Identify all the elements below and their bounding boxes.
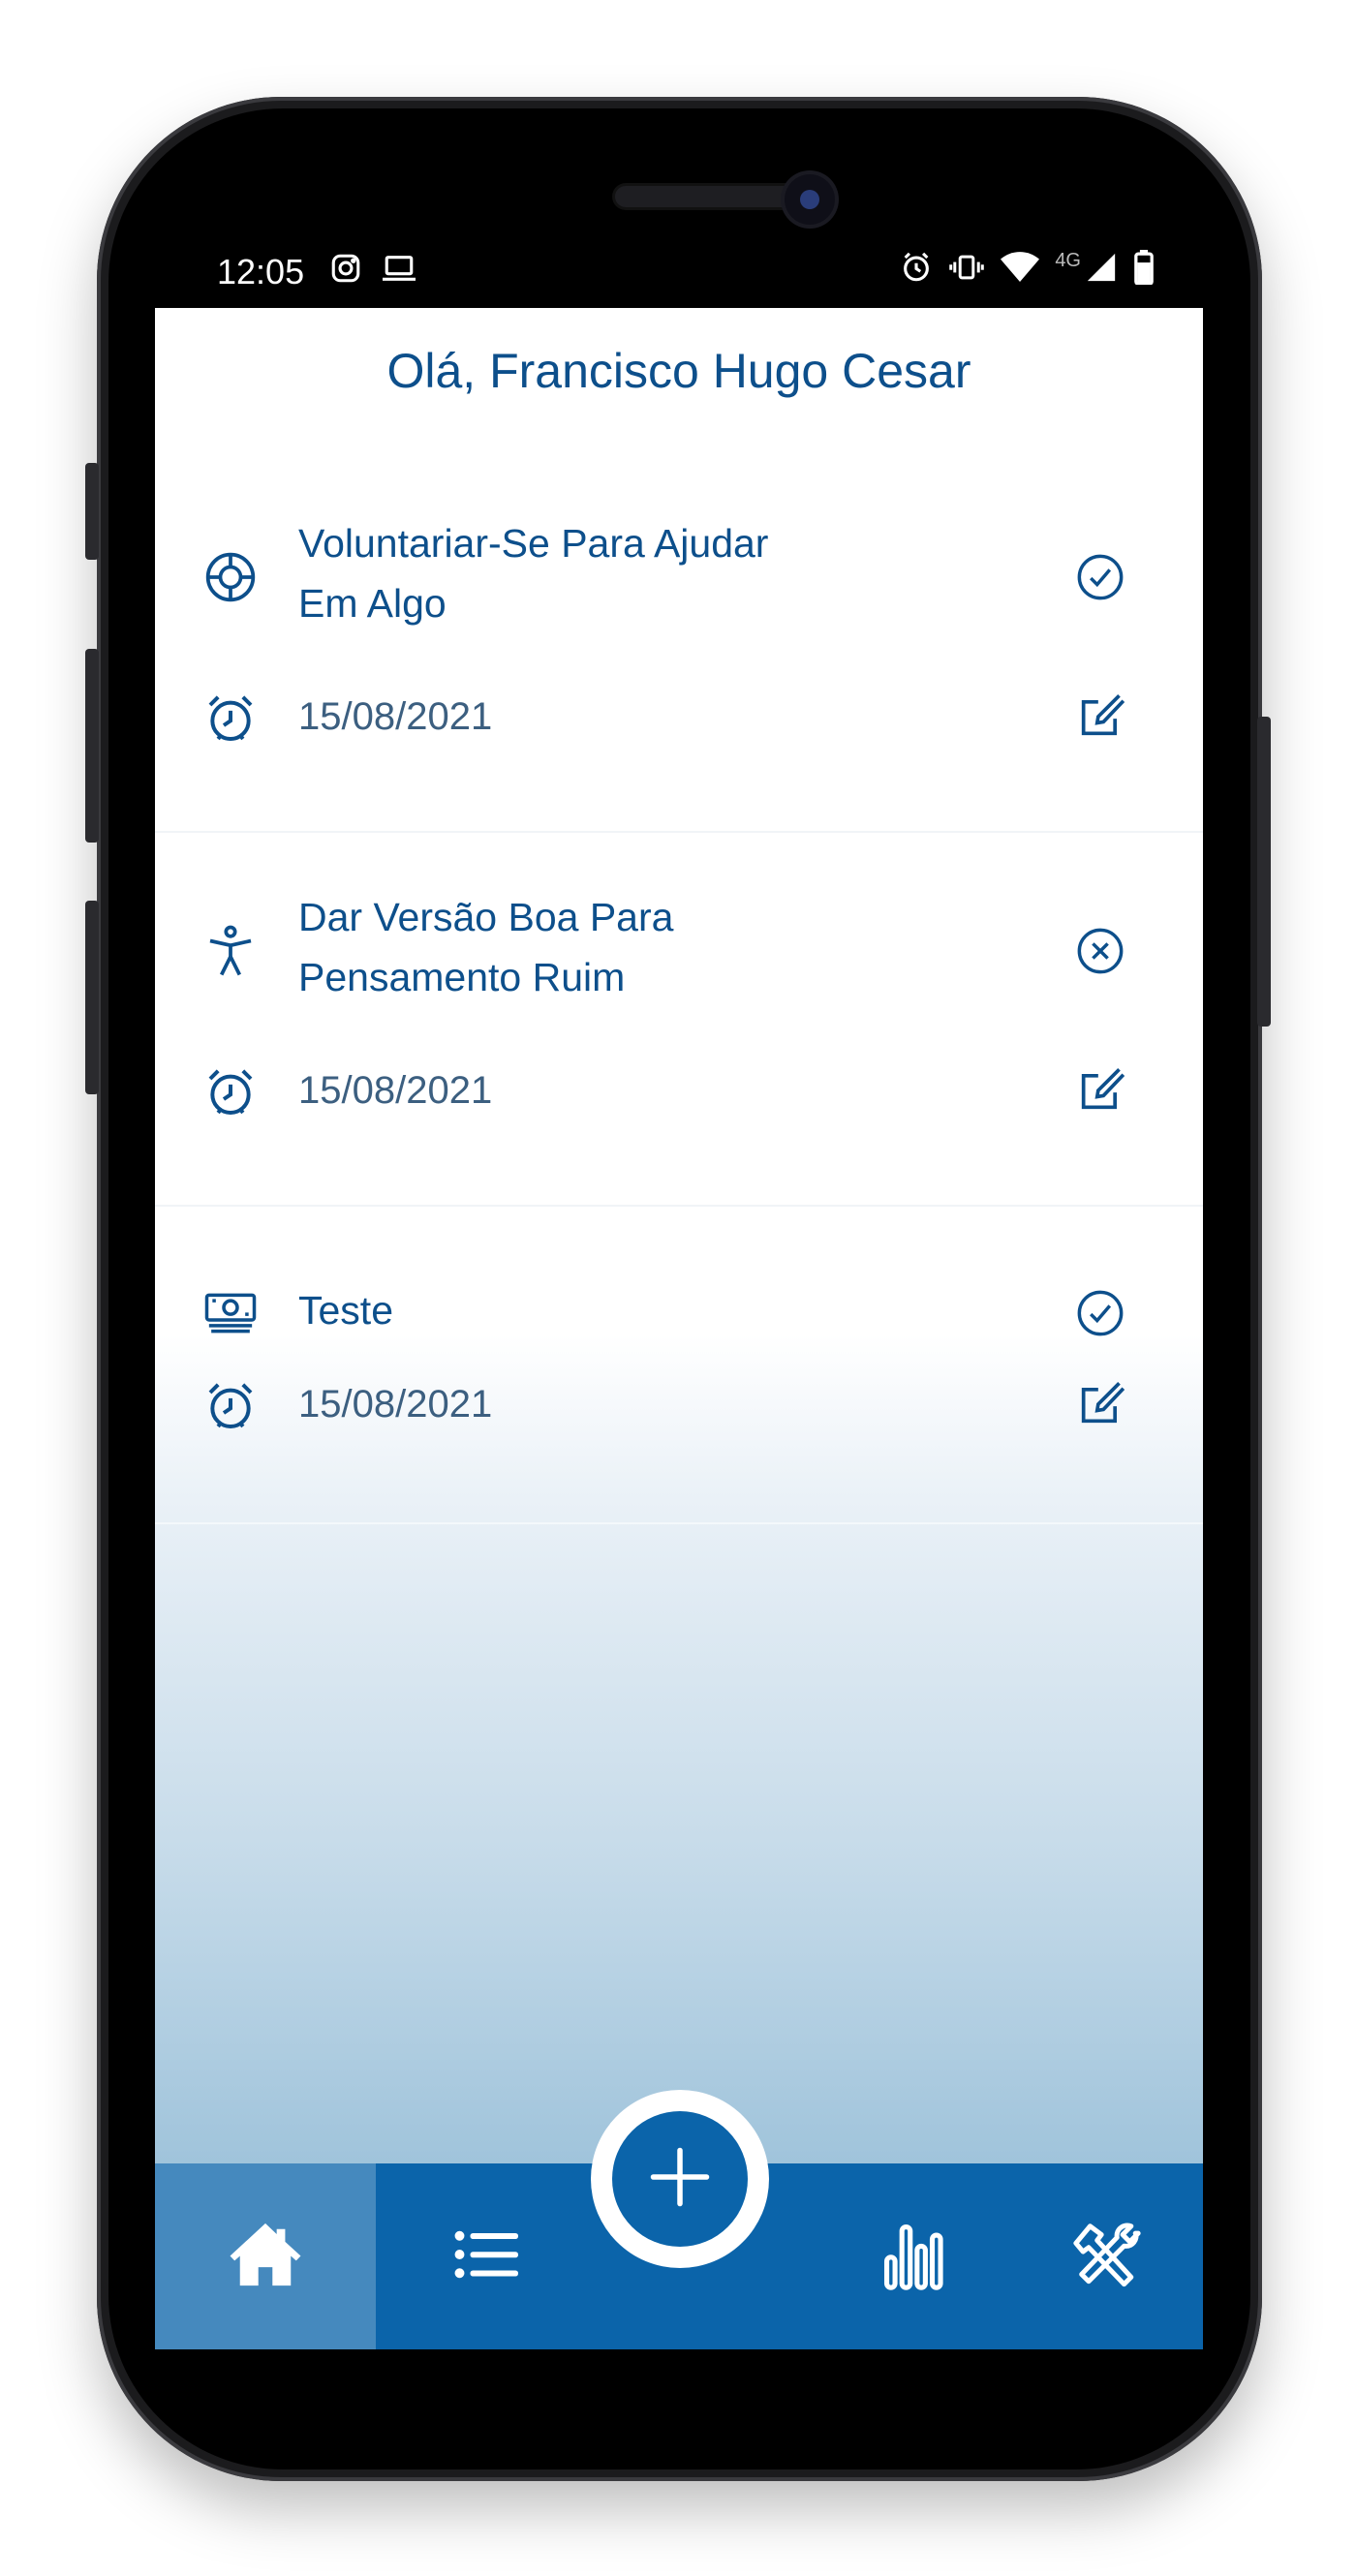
status-time: 12:05 <box>217 252 305 291</box>
phone-side-button <box>85 649 99 843</box>
edit-icon[interactable] <box>1075 1379 1125 1429</box>
vibrate-icon <box>948 251 985 284</box>
task-title: Teste <box>298 1280 393 1340</box>
app-content: Olá, Francisco Hugo Cesar Voluntariar-Se… <box>155 308 1203 2349</box>
alarm-clock-icon <box>203 1379 258 1433</box>
battery-icon <box>1133 250 1155 285</box>
card-divider <box>155 1205 1203 1207</box>
check-circle-icon[interactable] <box>1075 552 1125 602</box>
card-divider <box>155 1522 1203 1524</box>
add-icon <box>648 2145 712 2214</box>
tools-icon <box>1070 2220 1144 2294</box>
add-button-ring <box>591 2090 769 2268</box>
status-bar: 12:05 4G <box>155 240 1203 308</box>
status-right-icons: 4G <box>900 250 1155 285</box>
nav-list[interactable] <box>376 2163 597 2349</box>
task-title-line: Pensamento Ruim <box>298 955 626 999</box>
edit-icon[interactable] <box>1075 691 1125 742</box>
phone-side-button <box>1257 717 1271 1027</box>
instagram-icon <box>329 252 362 285</box>
list-icon <box>454 2227 518 2286</box>
x-circle-icon[interactable] <box>1075 926 1125 976</box>
accessibility-person-icon <box>203 924 258 978</box>
check-circle-icon[interactable] <box>1075 1288 1125 1338</box>
laptop-icon <box>380 252 418 285</box>
alarm-clock-icon <box>203 1065 258 1119</box>
nav-home[interactable] <box>155 2163 376 2349</box>
home-icon <box>229 2221 302 2293</box>
phone-side-button <box>85 901 99 1094</box>
greeting-title: Olá, Francisco Hugo Cesar <box>386 344 971 398</box>
alarm-icon <box>900 251 933 284</box>
life-ring-icon <box>203 550 258 604</box>
alarm-clock-icon <box>203 691 258 746</box>
money-icon <box>203 1286 258 1340</box>
add-task-button[interactable] <box>612 2111 748 2247</box>
card-divider <box>155 831 1203 833</box>
task-title-line: Voluntariar-Se Para Ajudar <box>298 521 769 566</box>
status-left-icons <box>329 252 418 285</box>
task-title: Dar Versão Boa Para Pensamento Ruim <box>298 887 673 1007</box>
nav-settings[interactable] <box>1011 2163 1203 2349</box>
task-date: 15/08/2021 <box>298 695 493 738</box>
task-title-line: Dar Versão Boa Para <box>298 895 674 939</box>
task-title-line: Em Algo <box>298 581 447 626</box>
front-camera <box>785 174 835 225</box>
wifi-icon <box>1001 251 1040 284</box>
task-title: Voluntariar-Se Para Ajudar Em Algo <box>298 513 768 633</box>
signal-icon <box>1085 251 1118 284</box>
bar-chart-icon <box>882 2219 946 2295</box>
task-date: 15/08/2021 <box>298 1383 493 1426</box>
edit-icon[interactable] <box>1075 1065 1125 1116</box>
task-title-line: Teste <box>298 1288 393 1333</box>
4g-label: 4G <box>1055 250 1081 271</box>
screen: 12:05 4G Olá, Francisco Hugo Cesar Volun… <box>155 240 1203 2349</box>
nav-stats[interactable] <box>817 2163 1011 2349</box>
task-date: 15/08/2021 <box>298 1069 493 1112</box>
phone-side-button <box>85 463 99 560</box>
earpiece-speaker <box>615 186 799 207</box>
